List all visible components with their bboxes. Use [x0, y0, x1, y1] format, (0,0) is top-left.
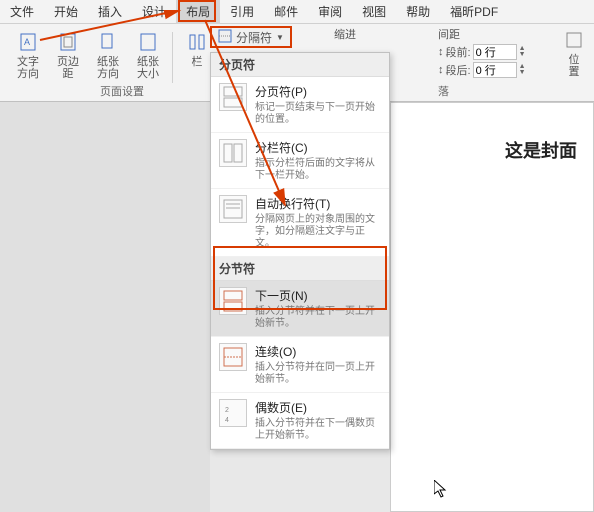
svg-text:2: 2	[225, 407, 229, 414]
page-setup-label: 页面设置	[100, 83, 144, 99]
page-break-desc: 标记一页结束与下一页开始的位置。	[255, 102, 381, 126]
paragraph-label: 落	[438, 83, 449, 99]
position-icon	[562, 28, 586, 52]
continuous-title: 连续(O)	[255, 343, 381, 360]
spacing-before-input[interactable]	[473, 44, 517, 60]
text-wrap-icon	[219, 195, 247, 223]
breaks-popup: 分页符 分页符(P) 标记一页结束与下一页开始的位置。 分栏符(C) 指示分栏符后面…	[210, 52, 390, 450]
margins-icon	[56, 30, 80, 54]
column-break-item[interactable]: 分栏符(C) 指示分栏符后面的文字将从下一栏开始。	[211, 133, 389, 189]
next-page-title: 下一页(N)	[255, 287, 381, 304]
page-break-icon	[219, 83, 247, 111]
before-stepper[interactable]: ▲▼	[519, 46, 526, 58]
svg-text:A: A	[24, 37, 30, 47]
before-icon: ↕	[438, 46, 444, 58]
mouse-cursor	[434, 480, 450, 500]
after-icon: ↕	[438, 64, 444, 76]
continuous-break-item[interactable]: 连续(O) 插入分节符并在同一页上开始新节。	[211, 337, 389, 393]
menu-help[interactable]: 帮助	[396, 0, 440, 24]
menu-insert[interactable]: 插入	[88, 0, 132, 24]
even-page-title: 偶数页(E)	[255, 399, 381, 416]
text-wrap-break-item[interactable]: 自动换行符(T) 分隔网页上的对象周围的文字，如分隔题注文字与正文。	[211, 189, 389, 257]
next-page-desc: 插入分节符并在下一页上开始新节。	[255, 306, 381, 330]
menu-references[interactable]: 引用	[220, 0, 264, 24]
column-break-title: 分栏符(C)	[255, 139, 381, 156]
menu-view[interactable]: 视图	[352, 0, 396, 24]
text-direction-icon: A	[16, 30, 40, 54]
menu-design[interactable]: 设计	[132, 0, 176, 24]
page-break-title: 分页符(P)	[255, 83, 381, 100]
spacing-before-label: 段前:	[446, 44, 471, 60]
svg-text:4: 4	[225, 417, 229, 424]
text-wrap-desc: 分隔网页上的对象周围的文字，如分隔题注文字与正文。	[255, 214, 381, 250]
even-page-icon: 24	[219, 399, 247, 427]
page-title: 这是封面	[407, 137, 577, 163]
even-page-desc: 插入分节符并在下一偶数页上开始新节。	[255, 418, 381, 442]
continuous-icon	[219, 343, 247, 371]
menu-file[interactable]: 文件	[0, 0, 44, 24]
margins-button[interactable]: 页边距	[49, 28, 87, 101]
even-page-break-item[interactable]: 24 偶数页(E)插入分节符并在下一偶数页上开始新节。	[211, 393, 389, 449]
indent-label: 缩进	[334, 26, 356, 42]
size-icon	[136, 30, 160, 54]
text-direction-button[interactable]: A 文字方向	[9, 28, 47, 101]
left-pane	[0, 102, 210, 512]
menu-foxitpdf[interactable]: 福昕PDF	[440, 0, 508, 24]
position-button[interactable]: 位置	[561, 26, 587, 78]
menu-layout[interactable]: 布局	[176, 0, 220, 24]
continuous-desc: 插入分节符并在同一页上开始新节。	[255, 362, 381, 386]
breaks-dropdown[interactable]: 分隔符 ▼	[210, 26, 292, 48]
chevron-down-icon: ▼	[276, 33, 284, 42]
document-page[interactable]: 这是封面	[390, 102, 594, 512]
menu-home[interactable]: 开始	[44, 0, 88, 24]
orientation-icon	[96, 30, 120, 54]
separator	[172, 32, 173, 83]
next-page-break-item[interactable]: 下一页(N) 插入分节符并在下一页上开始新节。	[211, 281, 389, 337]
breaks-label: 分隔符	[236, 29, 272, 46]
column-break-icon	[219, 139, 247, 167]
menu-review[interactable]: 审阅	[308, 0, 352, 24]
text-wrap-title: 自动换行符(T)	[255, 195, 381, 212]
after-stepper[interactable]: ▲▼	[519, 64, 526, 76]
breaks-icon	[218, 29, 232, 46]
next-page-icon	[219, 287, 247, 315]
menu-mailings[interactable]: 邮件	[264, 0, 308, 24]
spacing-after-input[interactable]	[473, 62, 517, 78]
section-breaks-header: 分节符	[211, 257, 389, 281]
page-breaks-header: 分页符	[211, 53, 389, 77]
column-break-desc: 指示分栏符后面的文字将从下一栏开始。	[255, 158, 381, 182]
spacing-label: 间距	[438, 26, 568, 42]
page-break-item[interactable]: 分页符(P) 标记一页结束与下一页开始的位置。	[211, 77, 389, 133]
columns-icon	[185, 30, 209, 54]
spacing-after-label: 段后:	[446, 62, 471, 78]
